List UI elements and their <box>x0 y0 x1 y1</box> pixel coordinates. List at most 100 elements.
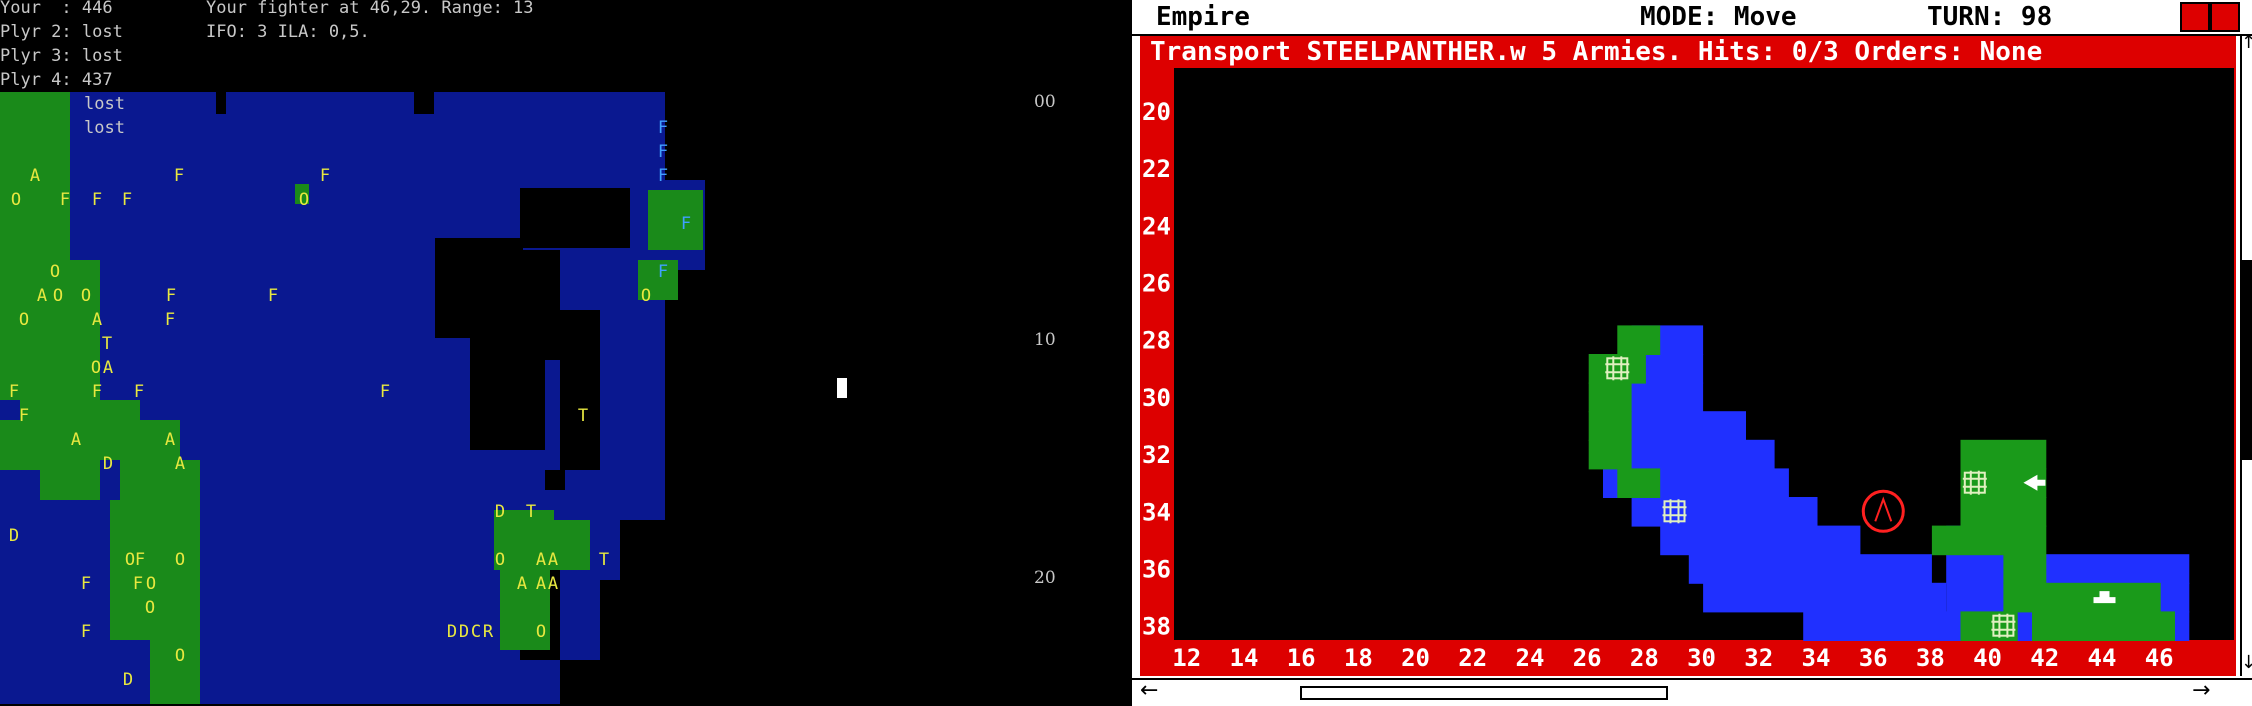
map-column-label: 30 <box>1687 644 1716 672</box>
score-line-5: lost <box>84 94 125 114</box>
console-unit-F: F <box>134 550 146 570</box>
window-buttons <box>2180 2 2244 32</box>
unit-info-bar: Transport STEELPANTHER.w 5 Armies. Hits:… <box>1140 36 2236 68</box>
land-tile <box>1588 439 1632 470</box>
console-unit-F: F <box>18 406 30 426</box>
console-unit-T: T <box>577 406 589 426</box>
horizontal-scrollbar[interactable]: ← → <box>1132 678 2252 706</box>
console-row-label-20: 20 <box>1034 568 1056 588</box>
land-tile <box>1588 382 1632 413</box>
land-tile <box>2003 554 2047 584</box>
console-unit-A: A <box>102 358 114 378</box>
sea-tile <box>1703 582 1947 613</box>
console-unit-A: A <box>174 454 186 474</box>
console-world-map <box>0 92 705 704</box>
map-column-label: 36 <box>1859 644 1888 672</box>
console-unit-O: O <box>298 190 310 210</box>
land-region <box>648 190 703 250</box>
vertical-scrollbar[interactable]: ↑ ↓ <box>2240 32 2252 676</box>
vertical-scroll-thumb[interactable] <box>2242 260 2252 460</box>
console-unit-F: F <box>80 574 92 594</box>
unexplored-area <box>560 310 600 470</box>
map-row-label: 26 <box>1142 270 1171 298</box>
sea-tile <box>1688 554 1932 584</box>
console-unit-A: A <box>164 430 176 450</box>
console-unit-F: F <box>165 286 177 306</box>
console-unit-F: F <box>657 166 669 186</box>
console-panel: Your : 446 Plyr 2: lost Plyr 3: lost Ply… <box>0 0 1130 704</box>
score-line-6: lost <box>84 118 125 138</box>
unexplored-area <box>1899 520 1920 549</box>
console-unit-D: D <box>122 670 134 690</box>
console-unit-O: O <box>145 574 157 594</box>
map-row-label: 30 <box>1142 384 1171 412</box>
map-frame: 20 22 24 26 28 30 32 34 36 38 12 14 16 18 20 22 24 26 28 30… <box>1140 68 2236 676</box>
land-tile <box>2003 582 2161 613</box>
console-unit-R: R <box>482 622 494 642</box>
land-tile <box>1617 468 1661 498</box>
console-unit-F: F <box>379 382 391 402</box>
horizontal-scroll-thumb[interactable] <box>1300 686 1668 700</box>
map-column-label: 44 <box>2088 644 2117 672</box>
land-tile <box>1960 497 2047 527</box>
map-row-label: 34 <box>1142 498 1171 526</box>
minimize-button[interactable] <box>2180 2 2210 32</box>
map-column-label: 38 <box>1916 644 1945 672</box>
map-column-label: 40 <box>1973 644 2002 672</box>
land-tile <box>2032 611 2175 641</box>
console-unit-O: O <box>49 262 61 282</box>
scroll-left-icon[interactable]: ← <box>1140 678 1158 703</box>
unexplored-area <box>216 92 226 114</box>
map-column-label: 20 <box>1401 644 1430 672</box>
scroll-right-icon[interactable]: → <box>2192 678 2210 703</box>
map-column-label: 14 <box>1230 644 1259 672</box>
console-unit-F: F <box>319 166 331 186</box>
map-row-label: 24 <box>1142 212 1171 240</box>
land-tile <box>1931 525 2047 556</box>
console-unit-A: A <box>29 166 41 186</box>
world-map[interactable]: 2022242628303234363812 14 16 18 20 22 24 26 28 30… <box>1140 68 2236 676</box>
unit-info-text: Transport STEELPANTHER.w 5 Armies. Hits:… <box>1150 37 2043 67</box>
sea-tile <box>1946 554 2190 584</box>
console-unit-O: O <box>52 286 64 306</box>
unexplored-area <box>560 660 600 704</box>
scroll-up-icon[interactable]: ↑ <box>2241 32 2252 53</box>
land-tile <box>1960 439 2047 470</box>
console-unit-F: F <box>680 214 692 234</box>
scroll-down-icon[interactable]: ↓ <box>2241 652 2252 673</box>
console-unit-A: A <box>91 310 103 330</box>
map-column-label: 34 <box>1802 644 1831 672</box>
land-region <box>115 500 130 530</box>
map-column-label: 32 <box>1744 644 1773 672</box>
console-unit-O: O <box>174 550 186 570</box>
maximize-button[interactable] <box>2210 2 2240 32</box>
turn-counter: TURN: 98 <box>1927 2 2053 32</box>
map-row-label: 20 <box>1142 98 1171 126</box>
console-unit-O: O <box>144 598 156 618</box>
title-bar[interactable]: Empire MODE: Move TURN: 98 <box>1132 0 2252 36</box>
console-unit-O: O <box>640 286 652 306</box>
unexplored-area <box>545 470 565 490</box>
console-unit-F: F <box>657 262 669 282</box>
console-unit-F: F <box>121 190 133 210</box>
console-unit-A: A <box>516 574 528 594</box>
console-unit-F: F <box>657 118 669 138</box>
map-column-label: 28 <box>1630 644 1659 672</box>
map-column-label: 18 <box>1344 644 1373 672</box>
sea-tile <box>1631 497 1818 527</box>
console-unit-O: O <box>18 310 30 330</box>
empire-window: Empire MODE: Move TURN: 98 Transport STE… <box>1132 0 2252 706</box>
console-unit-D: D <box>494 502 506 522</box>
score-line-you: Your : 446 <box>0 0 113 18</box>
land-tile <box>1588 411 1632 441</box>
console-unit-F: F <box>91 382 103 402</box>
console-unit-T: T <box>525 502 537 522</box>
map-column-label: 26 <box>1573 644 1602 672</box>
console-unit-O: O <box>10 190 22 210</box>
map-column-label: 24 <box>1516 644 1545 672</box>
unexplored-area <box>470 330 545 450</box>
console-unit-O: O <box>494 550 506 570</box>
map-column-label: 16 <box>1287 644 1316 672</box>
map-column-label: 12 <box>1172 644 1201 672</box>
unexplored-area <box>520 188 630 248</box>
